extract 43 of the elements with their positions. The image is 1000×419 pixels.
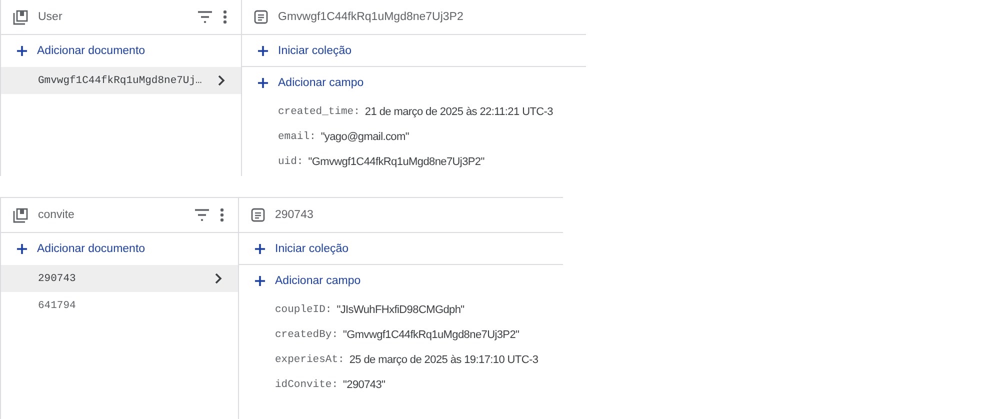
plus-icon [17,46,27,56]
field-value: 21 de março de 2025 às 22:11:21 UTC-3 [364,106,553,118]
add-document-button[interactable]: Adicionar documento [1,233,238,265]
document-icon [254,10,268,24]
plus-icon [17,244,27,254]
start-collection-button[interactable]: Iniciar coleção [239,233,563,265]
more-icon[interactable] [220,208,224,222]
chevron-icon [215,273,222,284]
filter-icon[interactable] [197,11,213,23]
field-key: experiesAt: [275,354,344,366]
add-field-button[interactable]: Adicionar campo [239,265,563,297]
add-field-button[interactable]: Adicionar campo [242,67,586,99]
field-value: "Gmvwgf1C44fkRq1uMgd8ne7Uj3P2" [343,328,520,340]
collection-title: convite [38,209,76,221]
plus-icon [258,78,268,88]
document-title: Gmvwgf1C44fkRq1uMgd8ne7Uj3P2 [278,11,464,23]
field-key: coupleID: [275,304,332,316]
collection-icon [13,10,28,24]
document-title: 290743 [275,209,314,221]
field-value: "Gmvwgf1C44fkRq1uMgd8ne7Uj3P2" [308,156,484,168]
field-value: "290743" [343,378,386,390]
field-value: 25 de março de 2025 às 19:17:10 UTC-3 [349,354,538,366]
add-document-button[interactable]: Adicionar documento [1,35,241,67]
field-key: email: [278,130,316,142]
field-key: createdBy: [275,328,338,340]
document-icon [251,208,265,222]
chevron-icon [218,75,225,86]
field-key: uid: [278,156,304,168]
document-item[interactable]: 290743 [1,265,238,292]
collection-title: User [38,11,64,23]
document-item[interactable]: 641794 [1,292,238,319]
start-collection-button[interactable]: Iniciar coleção [242,35,586,67]
document-item[interactable]: Gmvwgf1C44fkRq1uMgd8ne7Uj… [1,67,241,94]
more-icon[interactable] [223,10,227,24]
field-key: idConvite: [275,378,338,390]
plus-icon [255,244,265,254]
filter-icon[interactable] [194,209,210,221]
field-key: created_time: [278,106,360,118]
field-value: "yago@gmail.com" [320,130,409,142]
field-value: "JIsWuhFHxfiD98CMGdph" [336,304,464,316]
collection-icon [13,208,28,222]
plus-icon [258,46,268,56]
plus-icon [255,276,265,286]
